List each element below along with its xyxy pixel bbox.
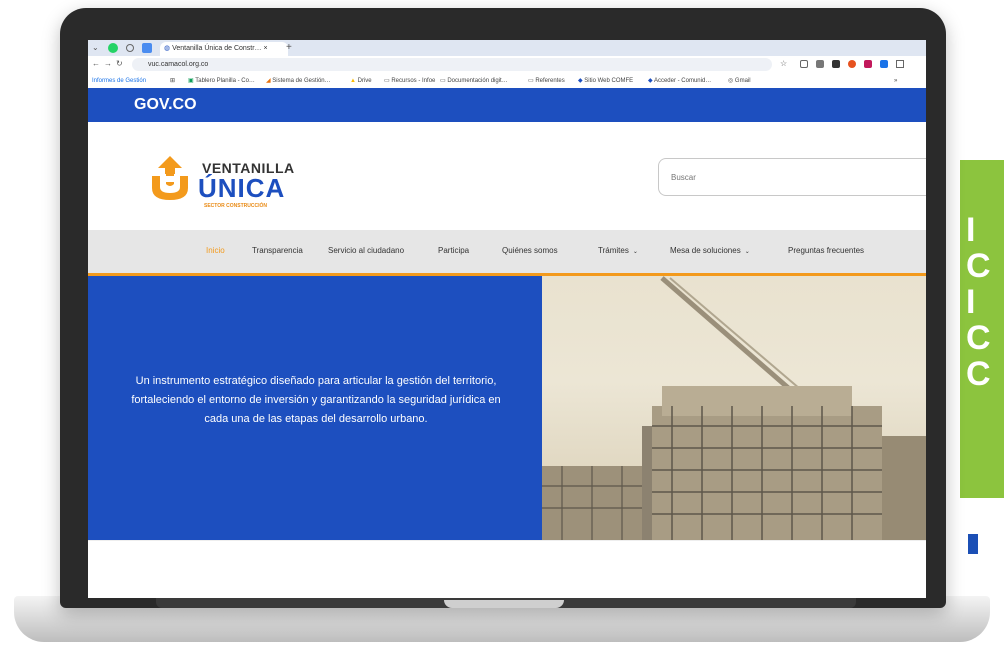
construction-photo (542, 276, 926, 540)
page-bottom-area (88, 540, 926, 598)
tab-favicon-icon[interactable] (142, 43, 152, 53)
nav-item-servicio[interactable]: Servicio al ciudadano (328, 230, 404, 272)
extension-icon[interactable] (800, 60, 808, 68)
gov-co-logo[interactable]: GOV.CO (134, 94, 197, 116)
new-tab-button[interactable]: + (286, 41, 292, 55)
extension-icon[interactable] (832, 60, 840, 68)
forward-icon[interactable]: → (104, 57, 112, 71)
address-bar[interactable]: vuc.camacol.org.co (132, 58, 772, 71)
chevron-down-icon: ⌄ (744, 249, 750, 255)
extension-icon[interactable] (864, 60, 872, 68)
cropped-link-mark (968, 534, 978, 554)
panel-glyph: C (966, 355, 991, 393)
ventanilla-logo-icon[interactable] (146, 154, 202, 204)
panel-glyph: C (966, 319, 991, 357)
bookmark-item[interactable]: ▭ Documentación digit… (440, 75, 508, 87)
browser-tab[interactable]: ◍ Ventanilla Única de Constr… × (160, 42, 288, 56)
bookmark-item[interactable]: ◢ Sistema de Gestión… (266, 75, 331, 87)
nav-item-participa[interactable]: Participa (438, 230, 469, 272)
search-input[interactable] (658, 158, 926, 196)
extension-icon[interactable] (848, 60, 856, 68)
logo-line2: ÚNICA (198, 173, 286, 203)
panel-glyph: C (966, 247, 991, 285)
nav-item-transparencia[interactable]: Transparencia (252, 230, 303, 272)
nav-item-mesa[interactable]: Mesa de soluciones ⌄ (670, 230, 750, 273)
nav-item-quienes-somos[interactable]: Quiénes somos (502, 230, 558, 272)
site-header: VENTANILLA ÚNICA SECTOR CONSTRUCCIÓN (88, 122, 926, 230)
bookmark-item[interactable]: ▭ Referentes (528, 75, 565, 87)
bookmark-item[interactable]: ▣ Tablero Planilla - Co… (188, 75, 255, 87)
bookmark-item[interactable]: ▲ Drive (350, 75, 372, 87)
sidepanel-icon[interactable] (896, 60, 904, 68)
reload-icon[interactable]: ↻ (116, 57, 123, 71)
extension-icon[interactable] (816, 60, 824, 68)
panel-glyph: I (966, 283, 976, 321)
hero-banner: Un instrumento estratégico diseñado para… (88, 276, 542, 540)
browser-tab-bar: ⌄ ◍ Ventanilla Única de Constr… × + (88, 40, 926, 56)
laptop-notch (444, 600, 564, 608)
bookmark-item[interactable]: ▭ Recursos - Infoe (384, 75, 435, 87)
main-navigation: Inicio Transparencia Servicio al ciudada… (88, 230, 926, 276)
url-text: vuc.camacol.org.co (148, 61, 209, 68)
chevron-down-icon: ⌄ (632, 249, 638, 255)
browser-address-row: ← → ↻ vuc.camacol.org.co ☆ (88, 56, 926, 74)
tab-favicon-icon[interactable] (126, 44, 134, 52)
star-icon[interactable]: ☆ (780, 57, 787, 71)
panel-glyph: I (966, 211, 976, 249)
chevron-down-icon[interactable]: ⌄ (92, 41, 99, 55)
logo-tagline: SECTOR CONSTRUCCIÓN (204, 203, 267, 209)
globe-icon: ◍ (164, 45, 173, 52)
bookmarks-bar: Informes de Gestión ⊞ ▣ Tablero Planilla… (88, 74, 926, 89)
back-icon[interactable]: ← (92, 57, 100, 71)
more-bookmarks-icon[interactable]: » (894, 75, 897, 87)
tab-label: Ventanilla Única de Constr… (172, 45, 262, 52)
green-side-panel: I C I C C (960, 160, 1004, 498)
laptop-screen: ⌄ ◍ Ventanilla Única de Constr… × + ← → … (88, 40, 926, 598)
hero-text: Un instrumento estratégico diseñado para… (131, 375, 501, 425)
extension-icon[interactable] (880, 60, 888, 68)
bookmark-item[interactable]: ◆ Sitio Web COMFE (578, 75, 633, 87)
bookmark-item[interactable]: ◎ Gmail (728, 75, 751, 87)
nav-item-preguntas[interactable]: Preguntas frecuentes (788, 230, 864, 272)
whatsapp-icon[interactable] (108, 43, 118, 53)
bookmark-item[interactable]: Informes de Gestión (92, 75, 146, 87)
gov-top-bar: GOV.CO (88, 88, 926, 122)
construction-illustration (542, 276, 926, 540)
nav-item-tramites[interactable]: Trámites ⌄ (598, 230, 638, 273)
close-icon[interactable]: × (264, 45, 268, 52)
nav-item-inicio[interactable]: Inicio (206, 230, 225, 272)
bookmark-item[interactable]: ◆ Acceder - Comunid… (648, 75, 711, 87)
apps-icon[interactable]: ⊞ (170, 75, 175, 87)
